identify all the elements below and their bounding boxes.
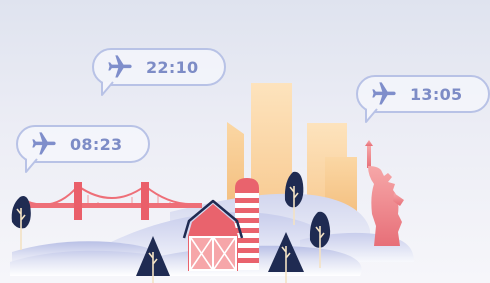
speech-tail [101, 81, 114, 96]
airplane-icon [372, 82, 396, 105]
flight-time: 13:05 [410, 84, 463, 104]
tree [11, 196, 31, 250]
flight-time-bubble: 13:05 [356, 75, 490, 123]
flight-time: 22:10 [146, 57, 199, 77]
airplane-icon [108, 55, 132, 78]
statue-of-liberty [365, 140, 404, 246]
airplane-icon [32, 132, 56, 155]
flight-time-bubble: 08:23 [16, 125, 150, 173]
speech-tail [25, 158, 38, 173]
flight-time-bubble: 22:10 [92, 48, 226, 96]
flight-time: 08:23 [70, 134, 123, 154]
speech-tail [365, 108, 378, 123]
